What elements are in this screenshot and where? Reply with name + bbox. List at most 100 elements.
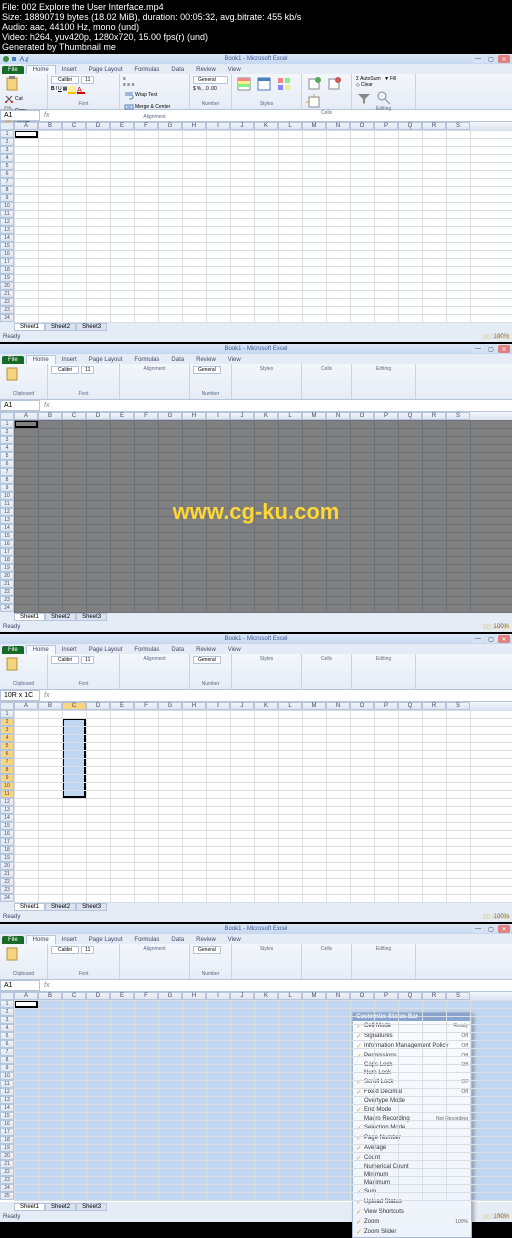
row-header[interactable]: 21 <box>0 290 14 298</box>
context-menu-item[interactable]: ✓Information Management PolicyOff <box>353 1041 471 1051</box>
format-cell-button[interactable] <box>305 94 323 110</box>
row-header[interactable]: 20 <box>0 862 14 870</box>
row-header[interactable]: 10 <box>0 782 14 790</box>
row-header[interactable]: 5 <box>0 742 14 750</box>
context-menu-item[interactable]: ✓Count <box>353 1153 471 1163</box>
row-header[interactable]: 6 <box>0 170 14 178</box>
row-header[interactable]: 19 <box>0 1144 14 1152</box>
row-header[interactable]: 16 <box>0 830 14 838</box>
row-header[interactable]: 6 <box>0 460 14 468</box>
clear-button[interactable]: ◇ Clear <box>355 82 374 88</box>
row-header[interactable]: 20 <box>0 282 14 290</box>
row-headers[interactable]: 123456789101112131415161718192021222324 <box>0 130 14 322</box>
file-tab[interactable]: File <box>2 66 24 74</box>
cell-styles-button[interactable] <box>275 76 293 92</box>
row-header[interactable]: 21 <box>0 1160 14 1168</box>
row-header[interactable]: 9 <box>0 774 14 782</box>
row-header[interactable]: 18 <box>0 556 14 564</box>
row-header[interactable]: 12 <box>0 798 14 806</box>
decrease-decimal[interactable]: .00 <box>210 86 217 92</box>
context-menu-item[interactable]: ✓View Shortcuts <box>353 1207 471 1217</box>
delete-cell-button[interactable] <box>325 76 343 92</box>
context-menu-item[interactable]: ✓Zoom100% <box>353 1217 471 1227</box>
row-header[interactable]: 7 <box>0 468 14 476</box>
comma-button[interactable]: , <box>202 86 203 92</box>
context-menu-item[interactable]: ✓Cell ModeReady <box>353 1021 471 1031</box>
row-header[interactable]: 19 <box>0 854 14 862</box>
row-header[interactable]: 11 <box>0 500 14 508</box>
row-header[interactable]: 25 <box>0 1192 14 1200</box>
format-table-button[interactable] <box>255 76 273 92</box>
row-header[interactable]: 12 <box>0 1088 14 1096</box>
row-header[interactable]: 19 <box>0 564 14 572</box>
row-header[interactable]: 6 <box>0 750 14 758</box>
row-header[interactable]: 10 <box>0 202 14 210</box>
fill-button[interactable]: ▼ Fill <box>383 76 397 82</box>
row-header[interactable]: 16 <box>0 1120 14 1128</box>
row-header[interactable]: 2 <box>0 1008 14 1016</box>
row-header[interactable]: 12 <box>0 508 14 516</box>
row-header[interactable]: 17 <box>0 1128 14 1136</box>
row-header[interactable]: 14 <box>0 524 14 532</box>
row-header[interactable]: 4 <box>0 444 14 452</box>
context-menu-item[interactable]: Maximum <box>353 1179 471 1187</box>
row-header[interactable]: 4 <box>0 1024 14 1032</box>
insert-cell-button[interactable] <box>305 76 323 92</box>
row-header[interactable]: 11 <box>0 1080 14 1088</box>
row-header[interactable]: 22 <box>0 1168 14 1176</box>
row-header[interactable]: 1 <box>0 420 14 428</box>
context-menu-item[interactable]: ✓Upload Status <box>353 1197 471 1207</box>
context-menu-item[interactable]: Num Lock <box>353 1069 471 1077</box>
row-header[interactable]: 20 <box>0 1152 14 1160</box>
row-header[interactable]: 8 <box>0 1056 14 1064</box>
conditional-formatting-button[interactable] <box>235 76 253 92</box>
font-size[interactable]: 11 <box>81 76 94 84</box>
row-header[interactable]: 2 <box>0 718 14 726</box>
row-header[interactable]: 17 <box>0 258 14 266</box>
row-header[interactable]: 15 <box>0 532 14 540</box>
row-header[interactable]: 9 <box>0 1064 14 1072</box>
data-tab[interactable]: Data <box>165 66 190 74</box>
row-header[interactable]: 5 <box>0 1032 14 1040</box>
row-header[interactable]: 15 <box>0 822 14 830</box>
context-menu-item[interactable]: Caps LockOff <box>353 1061 471 1069</box>
row-header[interactable]: 14 <box>0 234 14 242</box>
row-header[interactable]: 7 <box>0 1048 14 1056</box>
row-header[interactable]: 17 <box>0 548 14 556</box>
row-header[interactable]: 17 <box>0 838 14 846</box>
row-header[interactable]: 22 <box>0 588 14 596</box>
row-header[interactable]: 18 <box>0 846 14 854</box>
row-header[interactable]: 18 <box>0 1136 14 1144</box>
row-header[interactable]: 24 <box>0 894 14 902</box>
row-header[interactable]: 4 <box>0 734 14 742</box>
row-header[interactable]: 14 <box>0 814 14 822</box>
cut-button[interactable]: Cut <box>3 94 24 104</box>
name-box[interactable]: A1 <box>0 110 40 121</box>
row-header[interactable]: 3 <box>0 146 14 154</box>
increase-decimal[interactable]: .0 <box>205 86 209 92</box>
active-cell[interactable] <box>14 1000 38 1008</box>
align-left[interactable]: ≡ ≡ ≡ <box>123 82 135 88</box>
row-header[interactable]: 8 <box>0 186 14 194</box>
row-header[interactable]: 18 <box>0 266 14 274</box>
row-header[interactable]: 5 <box>0 452 14 460</box>
row-header[interactable]: 21 <box>0 870 14 878</box>
row-header[interactable]: 1 <box>0 710 14 718</box>
row-header[interactable]: 4 <box>0 154 14 162</box>
bold-button[interactable]: B <box>51 86 55 94</box>
insert-tab[interactable]: Insert <box>56 66 83 74</box>
context-menu-item[interactable]: Minimum <box>353 1171 471 1179</box>
row-header[interactable]: 13 <box>0 226 14 234</box>
percent-button[interactable]: % <box>197 86 201 92</box>
row-header[interactable]: 11 <box>0 210 14 218</box>
name-box[interactable]: 10R x 1C <box>0 690 40 701</box>
context-menu-item[interactable]: ✓Scroll LockOff <box>353 1077 471 1087</box>
row-header[interactable]: 13 <box>0 516 14 524</box>
row-header[interactable]: 1 <box>0 130 14 138</box>
row-header[interactable]: 2 <box>0 138 14 146</box>
fx-icon[interactable]: fx <box>44 112 49 119</box>
row-header[interactable]: 24 <box>0 604 14 612</box>
select-all[interactable] <box>0 122 14 130</box>
row-header[interactable]: 13 <box>0 806 14 814</box>
wrap-text-button[interactable]: Wrap Text <box>123 90 158 100</box>
